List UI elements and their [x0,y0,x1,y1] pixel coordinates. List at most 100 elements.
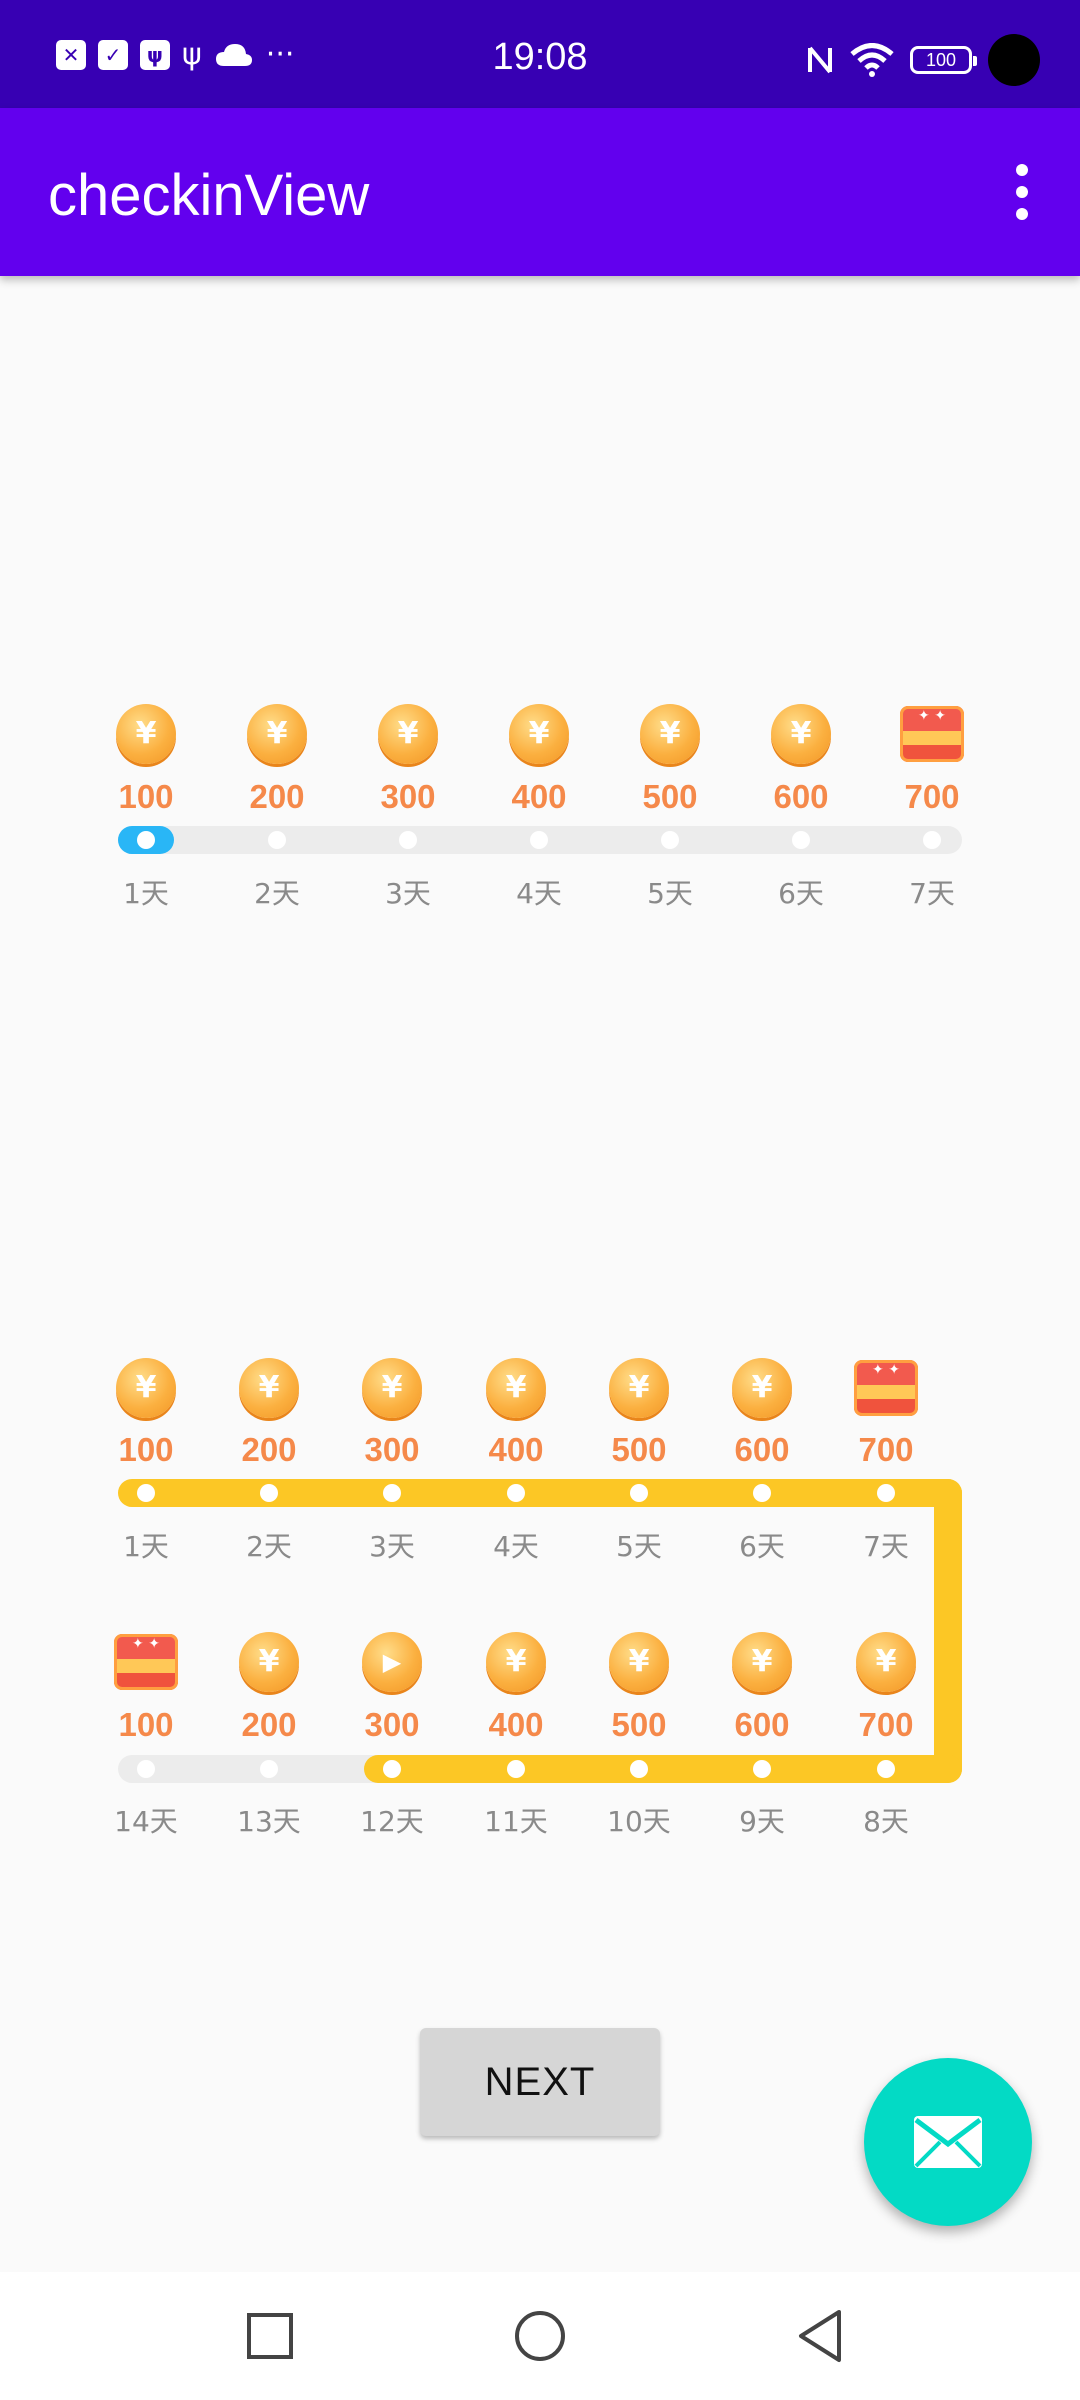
coin-icon [239,1632,299,1692]
progress-dot [260,1760,278,1778]
home-circle-icon[interactable] [500,2296,580,2376]
reward-amount: 500 [611,1706,667,1743]
status-bar: ✕ ✓ ψ ψ ··· 19:08 100 [0,0,1080,108]
progress-dot [530,831,548,849]
progress-dot [260,1484,278,1502]
progress-dot [661,831,679,849]
day-label: 3天 [369,1530,415,1563]
day-label: 7天 [909,877,955,910]
day-label: 1天 [123,877,169,910]
progress-dot [877,1484,895,1502]
mail-icon [914,2116,982,2168]
status-right-icons: 100 [806,34,1040,86]
day-label: 4天 [493,1530,539,1563]
wifi-icon [850,43,894,77]
reward-amount: 700 [858,1706,914,1743]
coin-icon [362,1358,422,1418]
coin-icon [771,704,831,764]
coin-icon [486,1632,546,1692]
progress-dot [399,831,417,849]
fab-mail-button[interactable] [864,2058,1032,2226]
coin-icon [732,1358,792,1418]
reward-amount: 200 [241,1706,297,1743]
reward-amount: 300 [364,1431,420,1468]
coin-icon [732,1632,792,1692]
day-label: 3天 [385,877,431,910]
play-coin-icon [362,1632,422,1692]
app-title: checkinView [48,163,370,228]
progress-dot [877,1760,895,1778]
overflow-menu-icon[interactable] [990,154,1054,230]
progress-dot [137,1484,155,1502]
reward-amount: 500 [642,778,698,815]
coin-icon [856,1632,916,1692]
day-label: 5天 [647,877,693,910]
progress-dot [507,1484,525,1502]
reward-amount: 400 [511,778,567,815]
progress-dot [630,1760,648,1778]
coin-icon [247,704,307,764]
reward-amount: 600 [773,778,829,815]
next-button[interactable]: NEXT [420,2028,660,2136]
progress-dot [137,1760,155,1778]
day-label: 11天 [484,1805,548,1838]
reward-amount: 100 [118,1431,174,1468]
progress-dot [507,1760,525,1778]
progress-dot [268,831,286,849]
treasure-chest-icon [900,706,964,762]
reward-amount: 600 [734,1706,790,1743]
reward-amount: 300 [364,1706,420,1743]
coin-icon [640,704,700,764]
day-label: 6天 [739,1530,785,1563]
coin-icon [378,704,438,764]
day-label: 5天 [616,1530,662,1563]
day-label: 4天 [516,877,562,910]
progress-dot [792,831,810,849]
reward-amount: 600 [734,1431,790,1468]
day-label: 10天 [607,1805,671,1838]
reward-amount: 700 [904,778,960,815]
day-label: 2天 [246,1530,292,1563]
reward-amount: 100 [118,1706,174,1743]
progress-fill [118,1479,962,1507]
day-label: 13天 [237,1805,301,1838]
coin-icon [239,1358,299,1418]
progress-dot [383,1760,401,1778]
screen: ✕ ✓ ψ ψ ··· 19:08 100 checkinView ¥ ¥ ¥ … [0,0,1080,2400]
day-label: 14天 [114,1805,178,1838]
day-label: 1天 [123,1530,169,1563]
progress-dot [753,1760,771,1778]
battery-icon: 100 [910,46,977,74]
nfc-icon [808,46,832,74]
reward-amount: 200 [249,778,305,815]
reward-amount: 400 [488,1706,544,1743]
reward-amount: 200 [241,1431,297,1468]
day-label: 8天 [863,1805,909,1838]
back-triangle-icon[interactable] [780,2296,860,2376]
reward-amount: 700 [858,1431,914,1468]
coin-icon [116,1358,176,1418]
progress-dot [753,1484,771,1502]
navigation-bar [0,2272,1080,2400]
coin-icon [609,1632,669,1692]
day-label: 2天 [254,877,300,910]
day-label: 12天 [360,1805,424,1838]
reward-amount: 300 [380,778,436,815]
day-label: 7天 [863,1530,909,1563]
day-label: 9天 [739,1805,785,1838]
progress-fill [364,1755,962,1783]
progress-dot [137,831,155,849]
reward-amount: 500 [611,1431,667,1468]
progress-dot [383,1484,401,1502]
coin-icon [486,1358,546,1418]
coin-icon [116,704,176,764]
recents-square-icon[interactable] [230,2296,310,2376]
progress-dot [630,1484,648,1502]
treasure-chest-icon [854,1360,918,1416]
day-label: 6天 [778,877,824,910]
app-bar: checkinView [0,108,1080,276]
reward-amount: 100 [118,778,174,815]
progress-connector [934,1479,962,1783]
coin-icon [509,704,569,764]
coin-icon [609,1358,669,1418]
